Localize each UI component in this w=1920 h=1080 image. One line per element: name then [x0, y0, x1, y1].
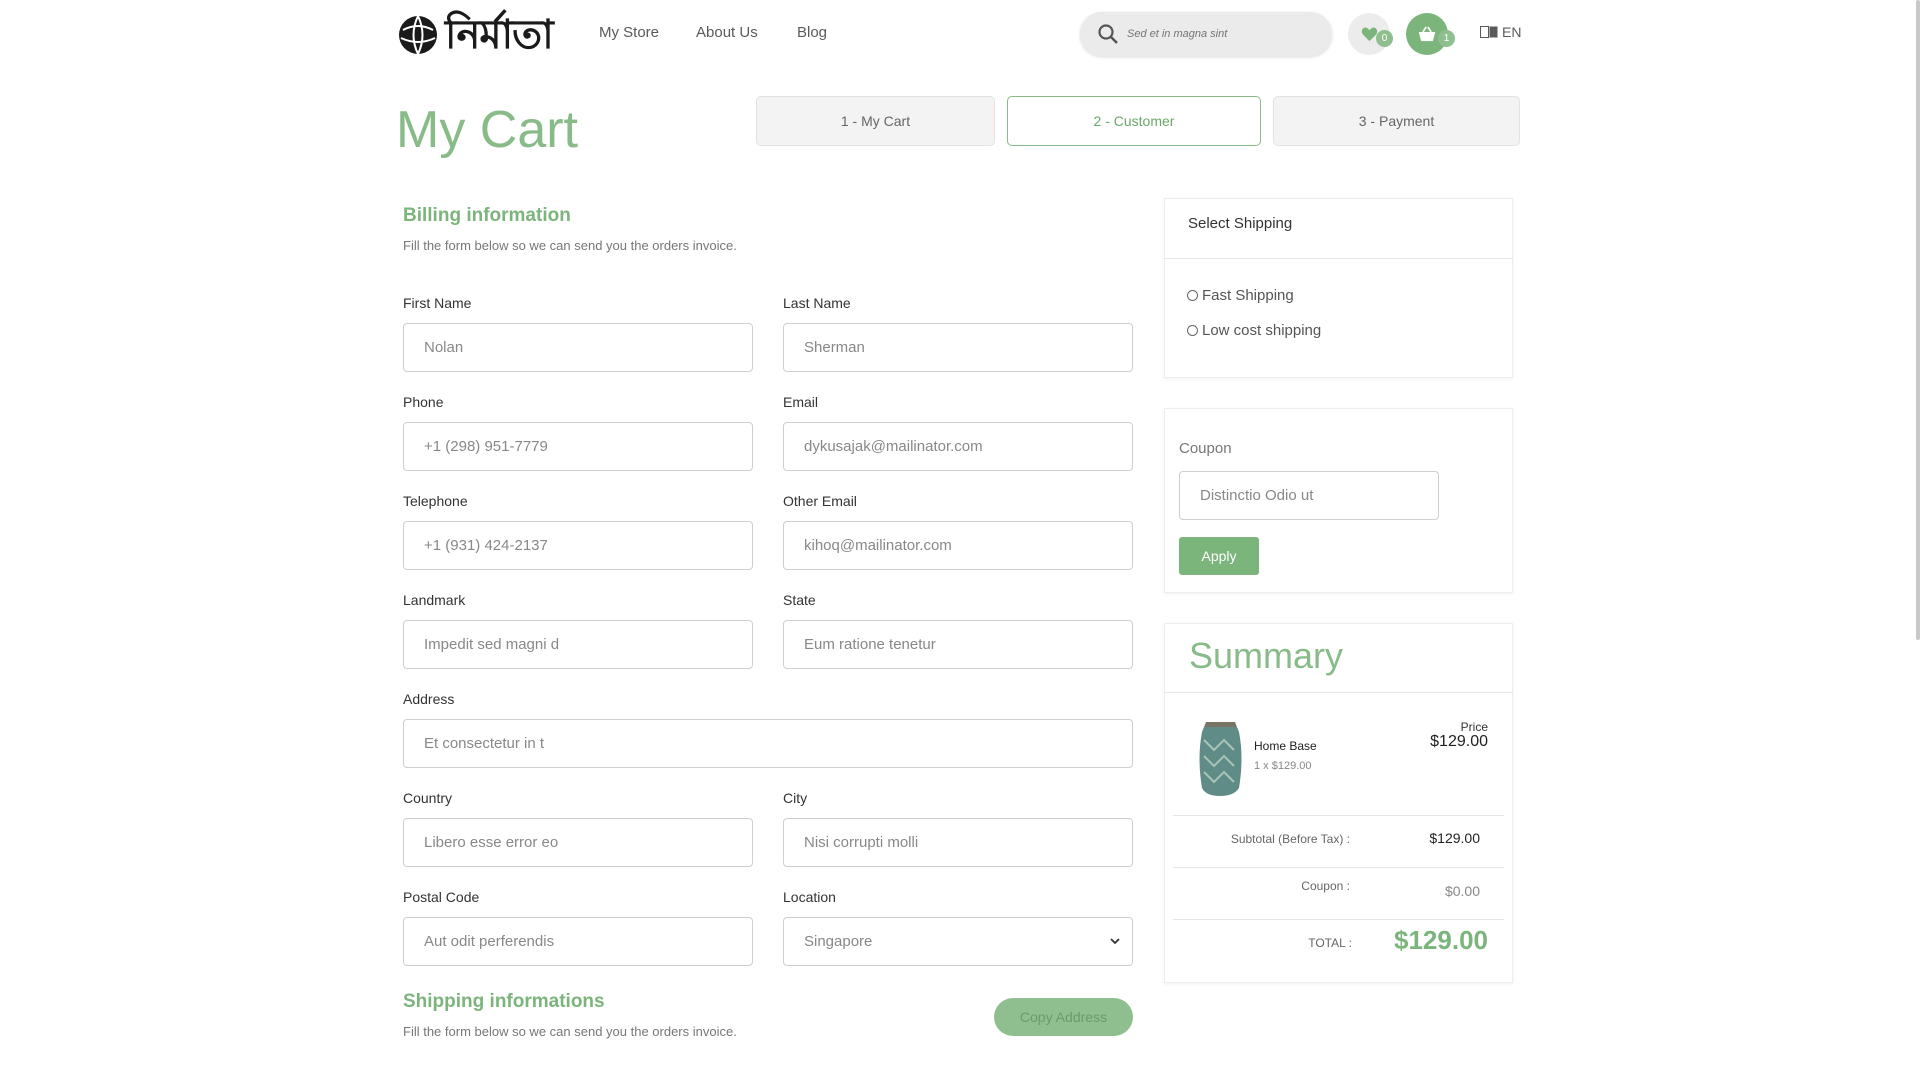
phone-label: Phone [403, 394, 444, 410]
vase-image [1199, 722, 1242, 796]
email-field[interactable]: dykusajak@mailinator.com [783, 422, 1133, 471]
brand-logo[interactable]: নির্মাতা [395, 10, 555, 60]
shipping-option-label: Fast Shipping [1202, 287, 1294, 304]
first-name-label: First Name [403, 295, 472, 311]
coupon-summary-label: Coupon : [1301, 879, 1350, 893]
cart-count-badge: 1 [1438, 30, 1455, 47]
address-label: Address [403, 691, 455, 707]
coupon-label: Coupon [1179, 440, 1232, 457]
step-customer[interactable]: 2 - Customer [1007, 96, 1261, 146]
total-label: TOTAL : [1308, 936, 1352, 950]
select-shipping-title: Select Shipping [1188, 215, 1293, 232]
address-field[interactable]: Et consectetur in t [403, 719, 1133, 768]
language-selector[interactable]: EN [1480, 24, 1521, 40]
product-thumbnail[interactable] [1194, 718, 1247, 798]
phone-field[interactable]: +1 (298) 951-7779 [403, 422, 753, 471]
shipping-option-low-cost[interactable]: Low cost shipping [1187, 322, 1321, 339]
first-name-field[interactable]: Nolan [403, 323, 753, 372]
search-input[interactable] [1125, 27, 1319, 41]
wishlist-count-badge: 0 [1376, 30, 1393, 47]
page-title: My Cart [396, 101, 578, 159]
postal-code-label: Postal Code [403, 889, 480, 905]
subtotal-value: $129.00 [1429, 830, 1480, 846]
shipping-info-description: Fill the form below so we can send you t… [403, 1024, 737, 1039]
search-icon[interactable] [1097, 23, 1119, 45]
search-bar[interactable] [1080, 12, 1332, 56]
summary-title: Summary [1189, 635, 1344, 676]
city-label: City [783, 790, 808, 806]
location-select[interactable]: Singapore [783, 917, 1133, 966]
price-label: Price [1460, 720, 1488, 734]
wishlist-button[interactable]: 0 [1348, 13, 1393, 55]
radio-icon[interactable] [1187, 325, 1198, 336]
total-value: $129.00 [1394, 925, 1488, 955]
heart-icon [1361, 27, 1377, 42]
shipping-option-fast[interactable]: Fast Shipping [1187, 287, 1294, 304]
subtotal-label: Subtotal (Before Tax) : [1230, 832, 1350, 846]
other-email-field[interactable]: kihoq@mailinator.com [783, 521, 1133, 570]
location-label: Location [783, 889, 836, 905]
country-field[interactable]: Libero esse error eo [403, 818, 753, 867]
divider [1164, 692, 1513, 693]
product-qty-price: 1 x $129.00 [1254, 760, 1312, 772]
state-label: State [783, 592, 816, 608]
telephone-field[interactable]: +1 (931) 424-2137 [403, 521, 753, 570]
city-field[interactable]: Nisi corrupti molli [783, 818, 1133, 867]
language-icon [1480, 26, 1498, 38]
step-payment[interactable]: 3 - Payment [1273, 96, 1520, 146]
chevron-down-icon [1110, 938, 1120, 945]
coupon-field[interactable]: Distinctio Odio ut [1179, 471, 1439, 520]
shipping-info-title: Shipping informations [403, 991, 605, 1012]
billing-description: Fill the form below so we can send you t… [403, 238, 737, 253]
basket-icon [1418, 26, 1436, 41]
postal-code-field[interactable]: Aut odit perferendis [403, 917, 753, 966]
language-label: EN [1502, 24, 1522, 40]
apply-coupon-button[interactable]: Apply [1179, 537, 1259, 575]
telephone-label: Telephone [403, 493, 468, 509]
country-label: Country [403, 790, 453, 806]
state-field[interactable]: Eum ratione tenetur [783, 620, 1133, 669]
nav-blog[interactable]: Blog [797, 24, 827, 41]
last-name-label: Last Name [783, 295, 851, 311]
coupon-summary-value: $0.00 [1444, 883, 1480, 899]
last-name-field[interactable]: Sherman [783, 323, 1133, 372]
step-my-cart[interactable]: 1 - My Cart [756, 96, 995, 146]
divider [1173, 867, 1504, 868]
divider [1164, 258, 1513, 259]
page-scrollbar[interactable] [1916, 0, 1920, 640]
product-name[interactable]: Home Base [1254, 739, 1317, 753]
nav-about-us[interactable]: About Us [696, 24, 758, 41]
shipping-option-label: Low cost shipping [1202, 322, 1322, 339]
landmark-label: Landmark [403, 592, 466, 608]
nav-my-store[interactable]: My Store [599, 24, 659, 41]
email-label: Email [783, 394, 819, 410]
landmark-field[interactable]: Impedit sed magni d [403, 620, 753, 669]
globe-icon [399, 15, 437, 55]
product-price: $129.00 [1430, 733, 1488, 750]
logo-text: নির্মাতা [445, 12, 554, 58]
radio-icon[interactable] [1187, 290, 1198, 301]
billing-title: Billing information [403, 205, 571, 226]
copy-address-button[interactable]: Copy Address [994, 998, 1133, 1036]
divider [1173, 919, 1504, 920]
cart-button[interactable]: 1 [1406, 13, 1455, 55]
location-selected-value: Singapore [804, 933, 873, 950]
divider [1173, 815, 1504, 816]
other-email-label: Other Email [783, 493, 857, 509]
